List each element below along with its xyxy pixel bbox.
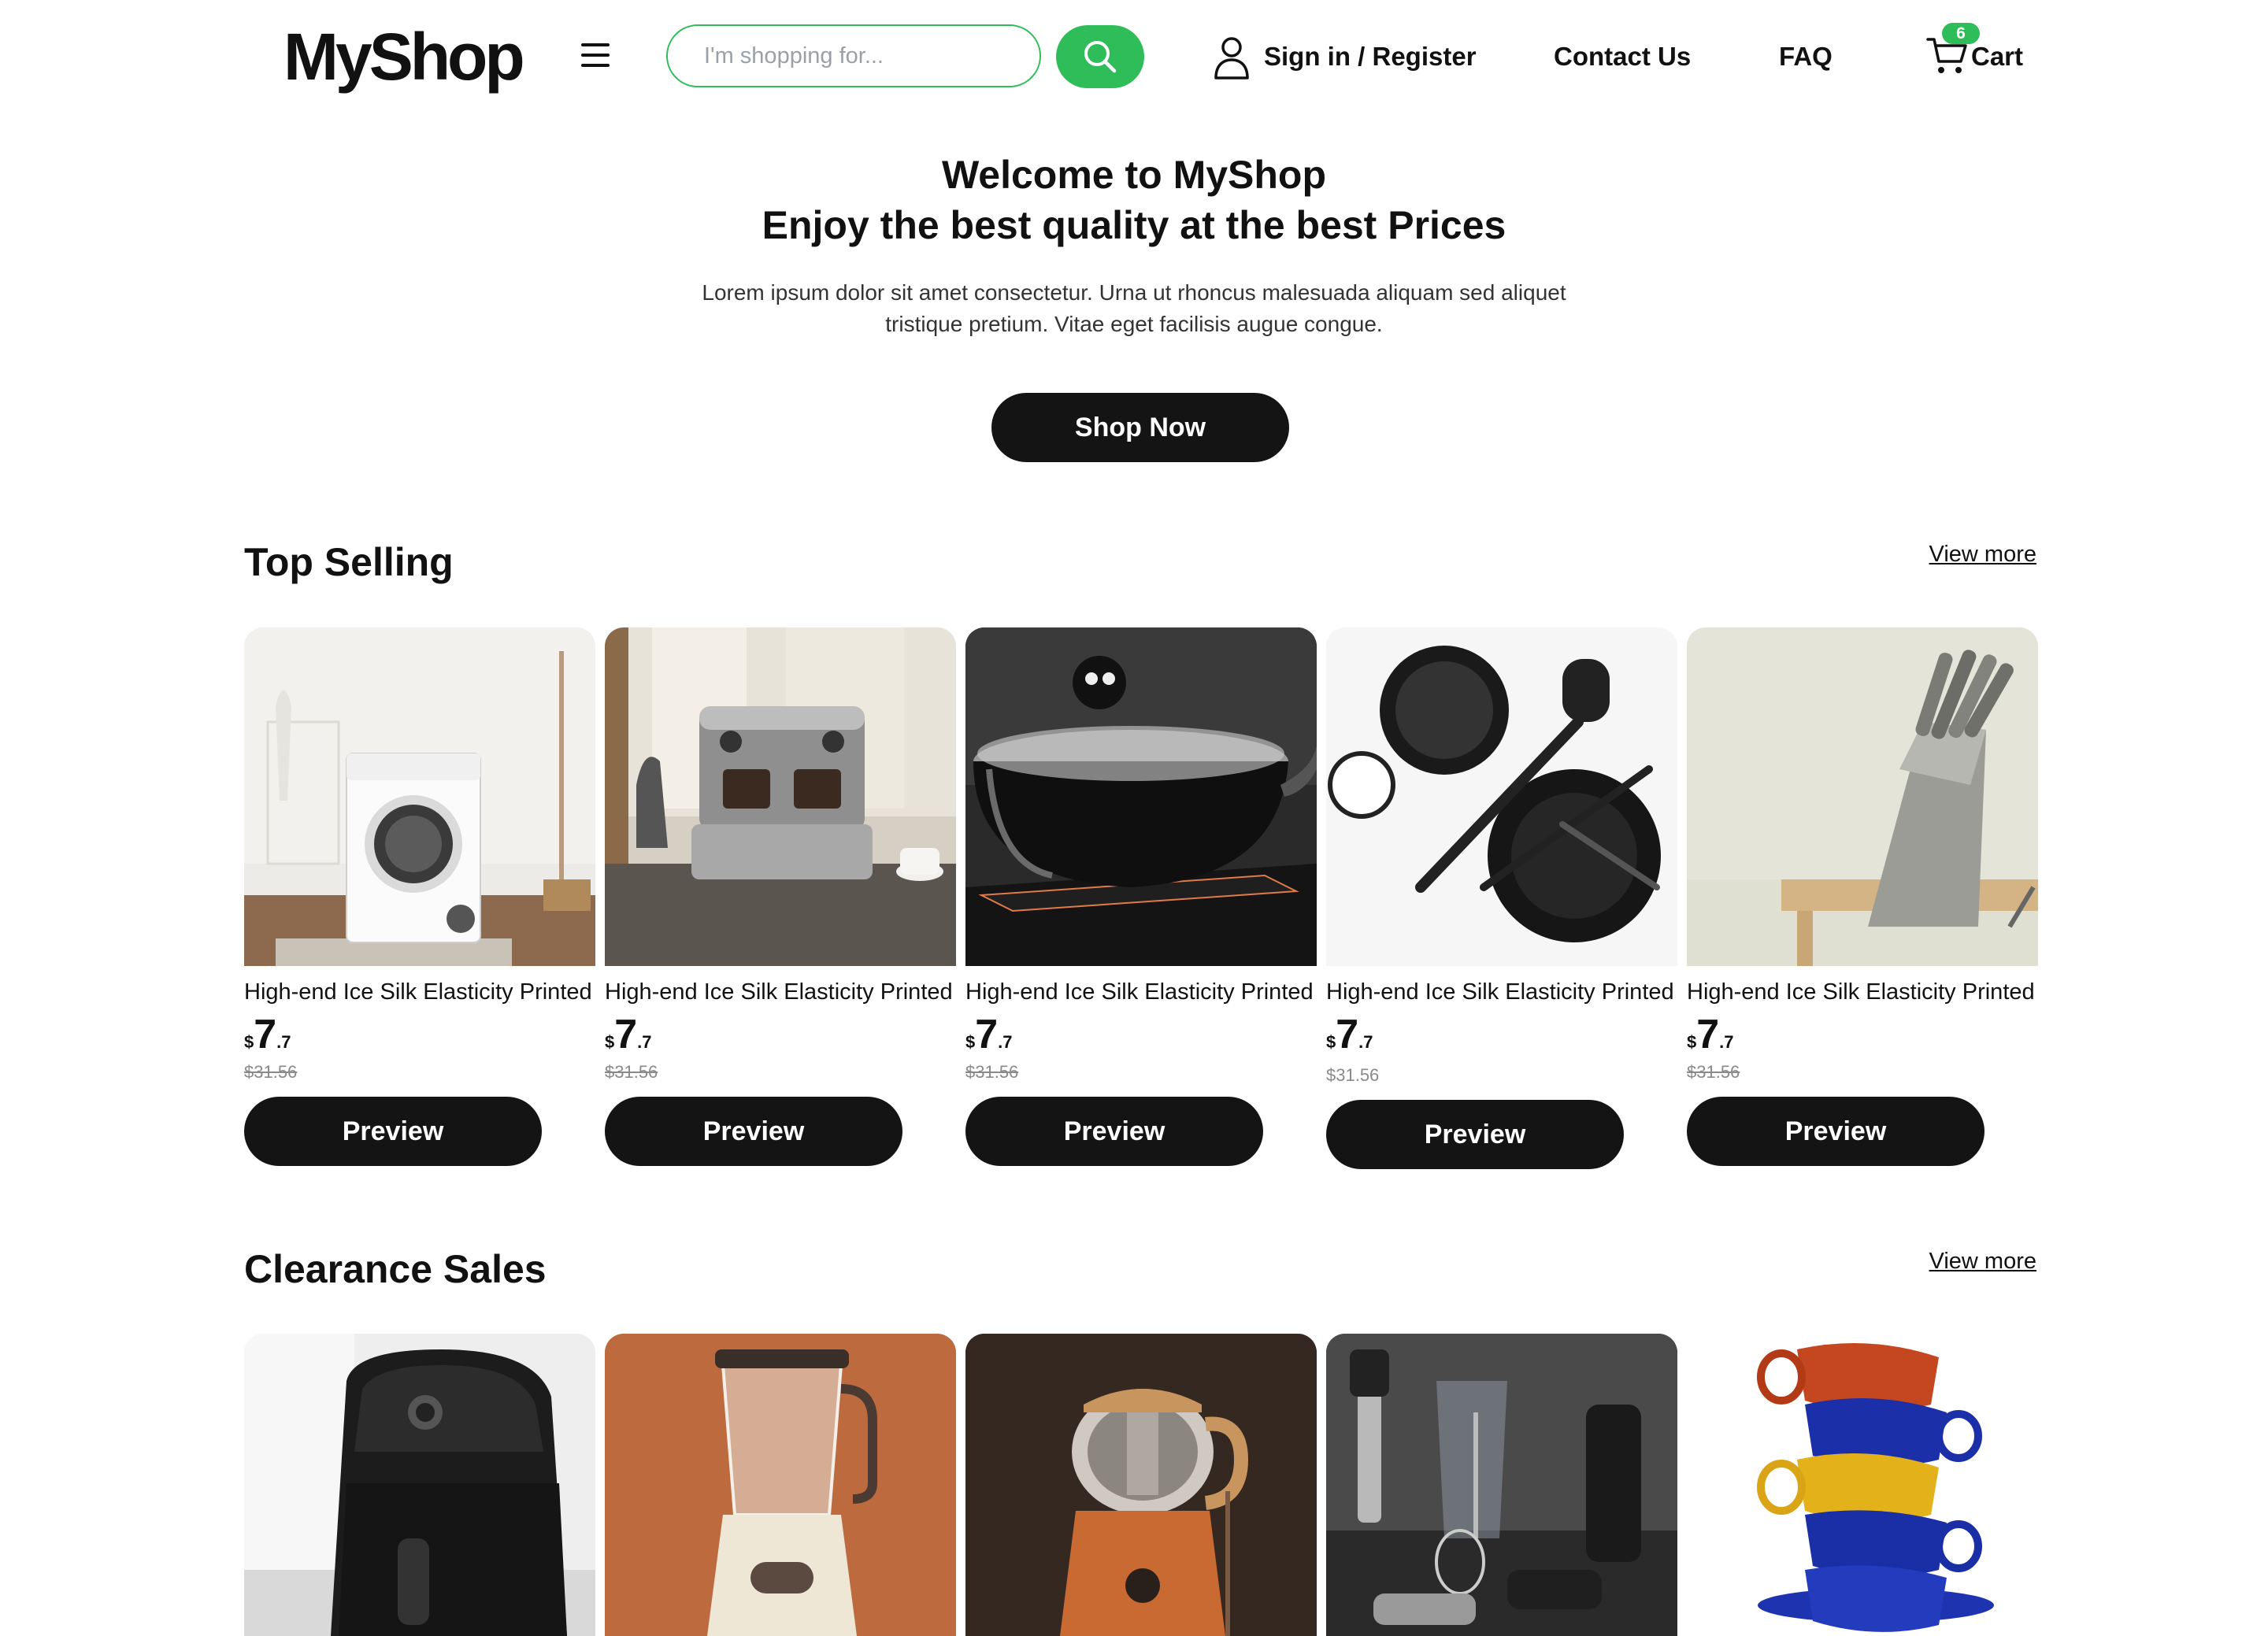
stacked-cups-image <box>1687 1334 2038 1636</box>
hero-subtitle: Enjoy the best quality at the best Price… <box>762 203 1506 247</box>
price-decimal: .7 <box>637 1032 652 1052</box>
price-decimal: .7 <box>276 1032 291 1052</box>
price-currency: $ <box>1326 1032 1336 1052</box>
product-image-cooking-pot[interactable] <box>965 627 1317 966</box>
hero-title: Welcome to MyShop <box>941 153 1326 197</box>
product-image-coffee-maker[interactable] <box>965 1334 1317 1636</box>
clearance-view-more-link[interactable]: View more <box>1929 1247 2036 1275</box>
knife-block-image <box>1687 627 2038 966</box>
product-name[interactable]: High-end Ice Silk Elasticity Printed <box>1687 978 2038 1006</box>
user-icon[interactable] <box>1213 35 1251 80</box>
price-decimal: .7 <box>1358 1032 1373 1052</box>
product-image-blender[interactable] <box>605 1334 956 1636</box>
price-integer: 7 <box>1336 1012 1359 1057</box>
preview-button[interactable]: Preview <box>244 1097 542 1166</box>
hero-description: Lorem ipsum dolor sit amet consectetur. … <box>702 280 1566 336</box>
search-button[interactable] <box>1056 25 1144 88</box>
product-old-price: $31.56 <box>605 1062 658 1082</box>
product-price: $7.7 <box>605 1014 652 1055</box>
cooking-pot-image <box>965 627 1317 966</box>
cart-link[interactable]: Cart <box>1971 41 2023 72</box>
air-fryer-image <box>244 1334 595 1636</box>
washing-machine-image <box>244 627 595 966</box>
price-decimal: .7 <box>1719 1032 1734 1052</box>
clearance-sales-title: Clearance Sales <box>244 1247 547 1291</box>
product-old-price: $31.56 <box>244 1062 298 1082</box>
site-header: MyShop Sign in / Register Contact Us FAQ… <box>0 0 2268 118</box>
product-price: $7.7 <box>244 1014 291 1055</box>
hamburger-menu-icon[interactable] <box>581 43 610 67</box>
product-image-espresso-machine[interactable] <box>605 627 956 966</box>
price-integer: 7 <box>1696 1012 1720 1057</box>
contact-us-link[interactable]: Contact Us <box>1554 41 1691 72</box>
price-integer: 7 <box>254 1012 277 1057</box>
product-price: $7.7 <box>1326 1014 1373 1055</box>
product-name[interactable]: High-end Ice Silk Elasticity Printed <box>965 978 1317 1006</box>
search-icon <box>1084 41 1117 73</box>
product-old-price: $31.56 <box>965 1062 1019 1082</box>
product-image-stacked-cups[interactable] <box>1687 1334 2038 1636</box>
price-currency: $ <box>605 1032 615 1052</box>
top-selling-title: Top Selling <box>244 540 454 584</box>
shop-now-button[interactable]: Shop Now <box>991 393 1289 462</box>
price-integer: 7 <box>975 1012 999 1057</box>
product-old-price: $31.56 <box>1326 1065 1380 1085</box>
product-name[interactable]: High-end Ice Silk Elasticity Printed <box>244 978 595 1006</box>
faq-link[interactable]: FAQ <box>1779 41 1833 72</box>
price-decimal: .7 <box>998 1032 1013 1052</box>
blender-image <box>605 1334 956 1636</box>
kitchen-utensils-image <box>1326 627 1677 966</box>
preview-button[interactable]: Preview <box>1687 1097 1984 1166</box>
product-name[interactable]: High-end Ice Silk Elasticity Printed <box>605 978 956 1006</box>
product-price: $7.7 <box>965 1014 1013 1055</box>
product-image-kitchen-utensils[interactable] <box>1326 627 1677 966</box>
hand-blender-image <box>1326 1334 1677 1636</box>
price-currency: $ <box>1687 1032 1697 1052</box>
espresso-machine-image <box>605 627 956 966</box>
product-old-price: $31.56 <box>1687 1062 1740 1082</box>
preview-button[interactable]: Preview <box>605 1097 902 1166</box>
search-box <box>666 24 1041 87</box>
product-image-hand-blender[interactable] <box>1326 1334 1677 1636</box>
product-price: $7.7 <box>1687 1014 1734 1055</box>
signin-register-link[interactable]: Sign in / Register <box>1264 41 1477 72</box>
product-image-knife-block[interactable] <box>1687 627 2038 966</box>
top-selling-view-more-link[interactable]: View more <box>1929 540 2036 568</box>
preview-button[interactable]: Preview <box>965 1097 1263 1166</box>
price-integer: 7 <box>614 1012 638 1057</box>
product-image-washing-machine[interactable] <box>244 627 595 966</box>
price-currency: $ <box>965 1032 976 1052</box>
product-image-air-fryer[interactable] <box>244 1334 595 1636</box>
price-currency: $ <box>244 1032 254 1052</box>
preview-button[interactable]: Preview <box>1326 1100 1624 1169</box>
logo[interactable]: MyShop <box>284 17 525 96</box>
coffee-maker-image <box>965 1334 1317 1636</box>
search-input[interactable] <box>702 39 1017 73</box>
product-name[interactable]: High-end Ice Silk Elasticity Printed <box>1326 978 1677 1006</box>
